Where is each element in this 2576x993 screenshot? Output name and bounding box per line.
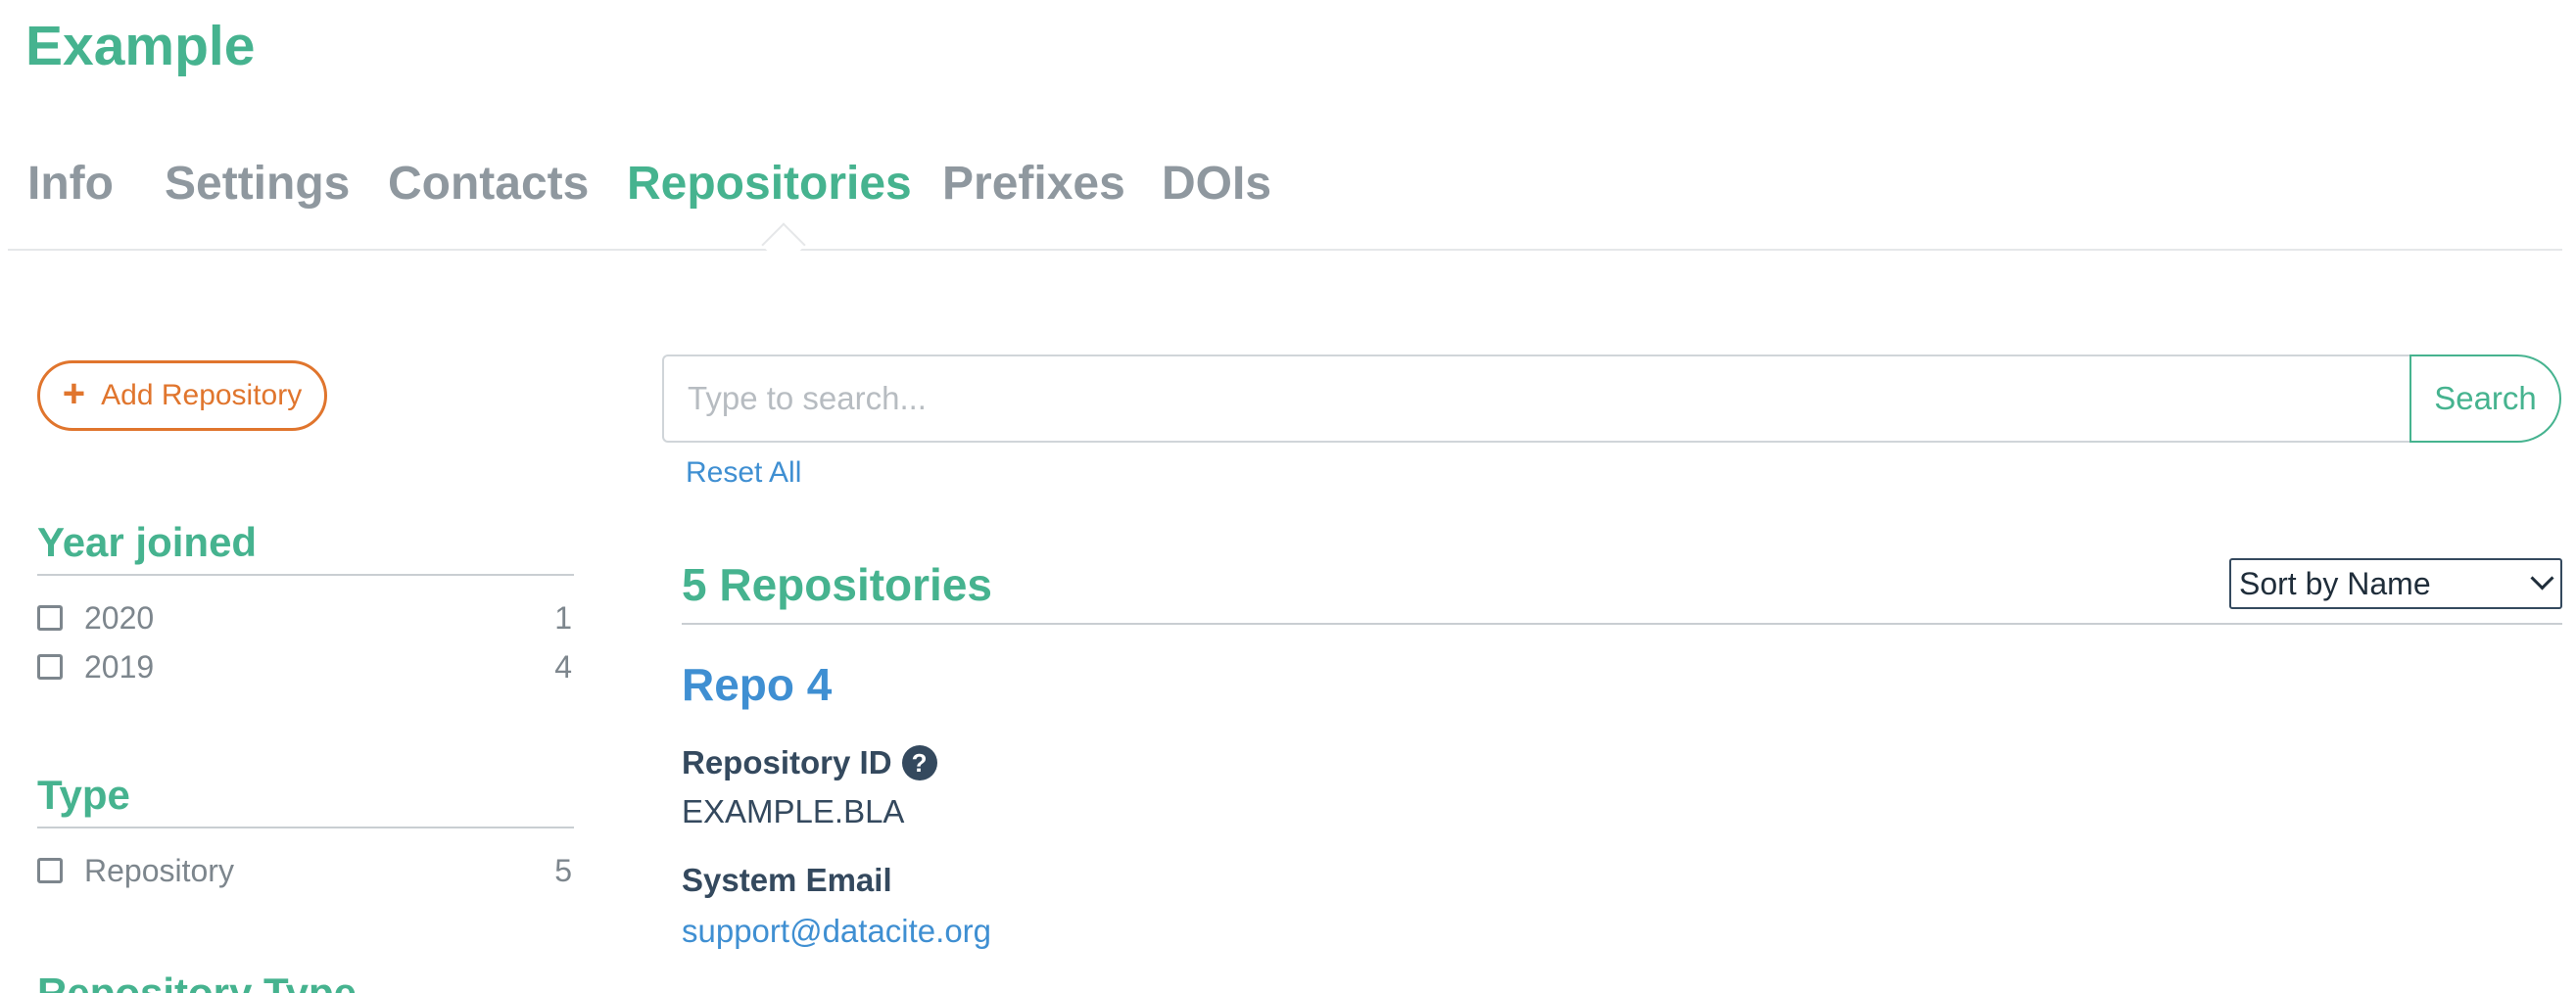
repository-id-value: EXAMPLE.BLA	[682, 793, 905, 829]
system-email-link[interactable]: support@datacite.org	[682, 913, 991, 950]
facet-item-count: 4	[554, 648, 572, 685]
facet-item-label: 2020	[84, 599, 155, 636]
tab-prefixes[interactable]: Prefixes	[942, 157, 1125, 211]
search-button[interactable]: Search	[2409, 355, 2561, 443]
repository-id-label: Repository ID ?	[682, 744, 937, 781]
checkbox[interactable]	[37, 858, 63, 883]
system-email-label: System Email	[682, 862, 892, 899]
plus-icon: +	[62, 372, 86, 415]
field-label-text: System Email	[682, 862, 892, 898]
facet-item-2019[interactable]: 2019 4	[37, 642, 574, 691]
facet-item-repository[interactable]: Repository 5	[37, 846, 574, 895]
results-count-title: 5 Repositories	[682, 559, 992, 610]
reset-all-link[interactable]: Reset All	[686, 456, 801, 490]
active-tab-caret	[761, 222, 806, 267]
facet-item-count: 5	[554, 852, 572, 888]
facet-title: Type	[37, 772, 574, 828]
results-header: 5 Repositories Sort by Name	[682, 558, 2562, 625]
facet-type: Type Repository 5	[37, 772, 574, 895]
facet-title-repository-type: Repository Type	[37, 969, 357, 993]
repository-name-link[interactable]: Repo 4	[682, 658, 832, 711]
field-label-text: Repository ID	[682, 744, 892, 780]
add-repository-button[interactable]: + Add Repository	[37, 360, 327, 431]
page: Example Info Settings Contacts Repositor…	[0, 0, 2576, 993]
facet-year-joined: Year joined 2020 1 2019 4	[37, 519, 574, 691]
add-repository-label: Add Repository	[101, 379, 303, 411]
tab-info[interactable]: Info	[27, 157, 114, 211]
question-circle-icon[interactable]: ?	[901, 745, 937, 780]
tab-bar: Info Settings Contacts Repositories Pref…	[8, 157, 2562, 267]
chevron-down-icon	[2530, 566, 2554, 591]
tab-contacts[interactable]: Contacts	[388, 157, 589, 211]
tab-settings[interactable]: Settings	[165, 157, 350, 211]
facet-item-label: Repository	[84, 852, 234, 888]
facet-title: Year joined	[37, 519, 574, 576]
sort-select[interactable]: Sort by Name	[2229, 558, 2562, 609]
checkbox[interactable]	[37, 605, 63, 631]
tab-dois[interactable]: DOIs	[1162, 157, 1271, 211]
facet-item-count: 1	[554, 599, 572, 636]
sort-selected-value: Sort by Name	[2239, 565, 2431, 601]
search-input[interactable]	[662, 355, 2413, 443]
page-title: Example	[25, 15, 256, 77]
checkbox[interactable]	[37, 654, 63, 680]
facet-item-2020[interactable]: 2020 1	[37, 593, 574, 642]
tab-repositories[interactable]: Repositories	[627, 157, 912, 211]
facet-item-label: 2019	[84, 648, 155, 685]
